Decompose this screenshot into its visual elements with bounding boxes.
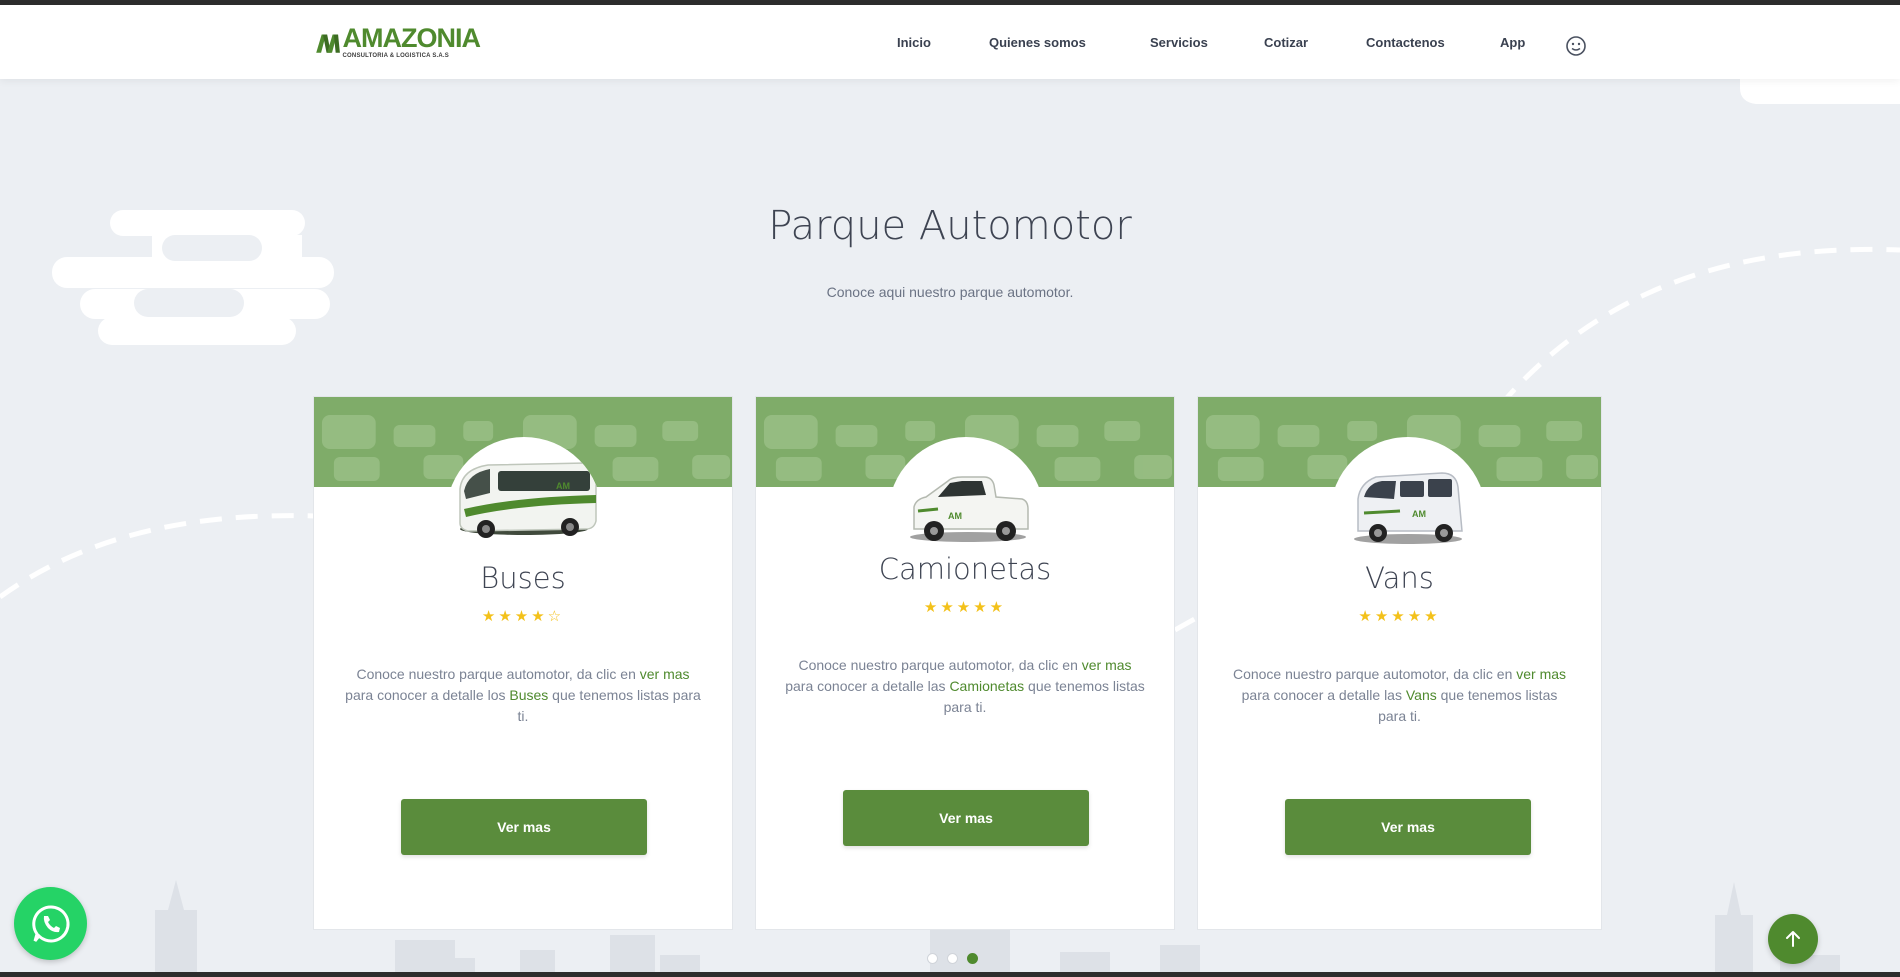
card-description: Conoce nuestro parque automotor, da clic… (1226, 664, 1573, 727)
bottom-strip (0, 972, 1900, 977)
carousel-dot-2[interactable] (947, 953, 958, 964)
scroll-to-top-button[interactable] (1768, 914, 1818, 964)
ver-mas-link[interactable]: ver mas (1082, 657, 1132, 673)
vehicle-card-camionetas: AM Camionetas ★★★★★ Conoce nuestro parqu… (755, 396, 1175, 930)
svg-text:AM: AM (556, 481, 570, 491)
vehicle-card-buses: AM Buses ★★★★☆ Conoce nuestro parque aut… (313, 396, 733, 930)
star-rating: ★★★★★ (1358, 608, 1441, 625)
svg-text:AM: AM (1412, 509, 1426, 519)
card-title: Vans (1365, 561, 1434, 595)
ver-mas-button[interactable]: Ver mas (1285, 799, 1531, 855)
carousel-dot-1[interactable] (927, 953, 938, 964)
carousel-dot-3[interactable] (967, 953, 978, 964)
card-text-part: para conocer a detalle las (1241, 687, 1406, 703)
nav-item-contactenos[interactable]: Contactenos (1366, 35, 1445, 51)
section-title: Parque Automotor (768, 203, 1132, 249)
card-text-part: Conoce nuestro parque automotor, da clic… (798, 657, 1082, 673)
nav-item-quienes-somos[interactable]: Quienes somos (989, 35, 1086, 51)
card-title: Camionetas (878, 552, 1052, 586)
brand-tagline: CONSULTORIA & LOGISTICA S.A.S (342, 53, 449, 59)
vehicle-card-vans: AM Vans ★★★★★ Conoce nuestro parque auto… (1197, 396, 1602, 930)
svg-text:AM: AM (948, 511, 962, 521)
nav-item-inicio[interactable]: Inicio (897, 35, 931, 51)
smiley-icon[interactable] (1565, 35, 1587, 57)
card-title: Buses (480, 561, 566, 595)
card-description: Conoce nuestro parque automotor, da clic… (342, 664, 704, 727)
navbar: AMAZONIA CONSULTORIA & LOGISTICA S.A.S I… (0, 5, 1900, 79)
vehicle-link[interactable]: Buses (509, 687, 548, 703)
dashed-arc-left (0, 513, 316, 600)
brand-name: AMAZONIA (342, 23, 481, 53)
whatsapp-button[interactable] (14, 887, 87, 960)
nav-item-servicios[interactable]: Servicios (1150, 35, 1208, 51)
arrow-up-icon (1786, 931, 1800, 947)
ver-mas-link[interactable]: ver mas (1516, 666, 1566, 682)
nav-item-app[interactable]: App (1500, 35, 1525, 51)
card-description: Conoce nuestro parque automotor, da clic… (784, 655, 1146, 718)
star-rating: ★★★★☆ (481, 608, 565, 625)
ver-mas-button[interactable]: Ver mas (401, 799, 647, 855)
header-swoosh (1740, 78, 1900, 104)
star-rating: ★★★★★ (923, 599, 1007, 616)
card-text-part: Conoce nuestro parque automotor, da clic… (356, 666, 640, 682)
ver-mas-button[interactable]: Ver mas (843, 790, 1089, 846)
brand-logo[interactable]: AMAZONIA CONSULTORIA & LOGISTICA S.A.S (315, 23, 481, 61)
vehicle-link[interactable]: Camionetas (949, 678, 1024, 694)
logo-text: AMAZONIA CONSULTORIA & LOGISTICA S.A.S (342, 23, 481, 60)
vehicle-link[interactable]: Vans (1406, 687, 1437, 703)
nav-item-cotizar[interactable]: Cotizar (1264, 35, 1308, 51)
ver-mas-link[interactable]: ver mas (640, 666, 690, 682)
card-text-part: para conocer a detalle las (785, 678, 950, 694)
carousel-pagination (927, 953, 978, 964)
section-subtitle: Conoce aqui nuestro parque automotor. (826, 284, 1074, 300)
logo-mark-icon (316, 34, 340, 53)
whatsapp-icon (31, 904, 70, 942)
card-text-part: Conoce nuestro parque automotor, da clic… (1232, 666, 1517, 682)
card-text-part: para conocer a detalle los (345, 687, 510, 703)
